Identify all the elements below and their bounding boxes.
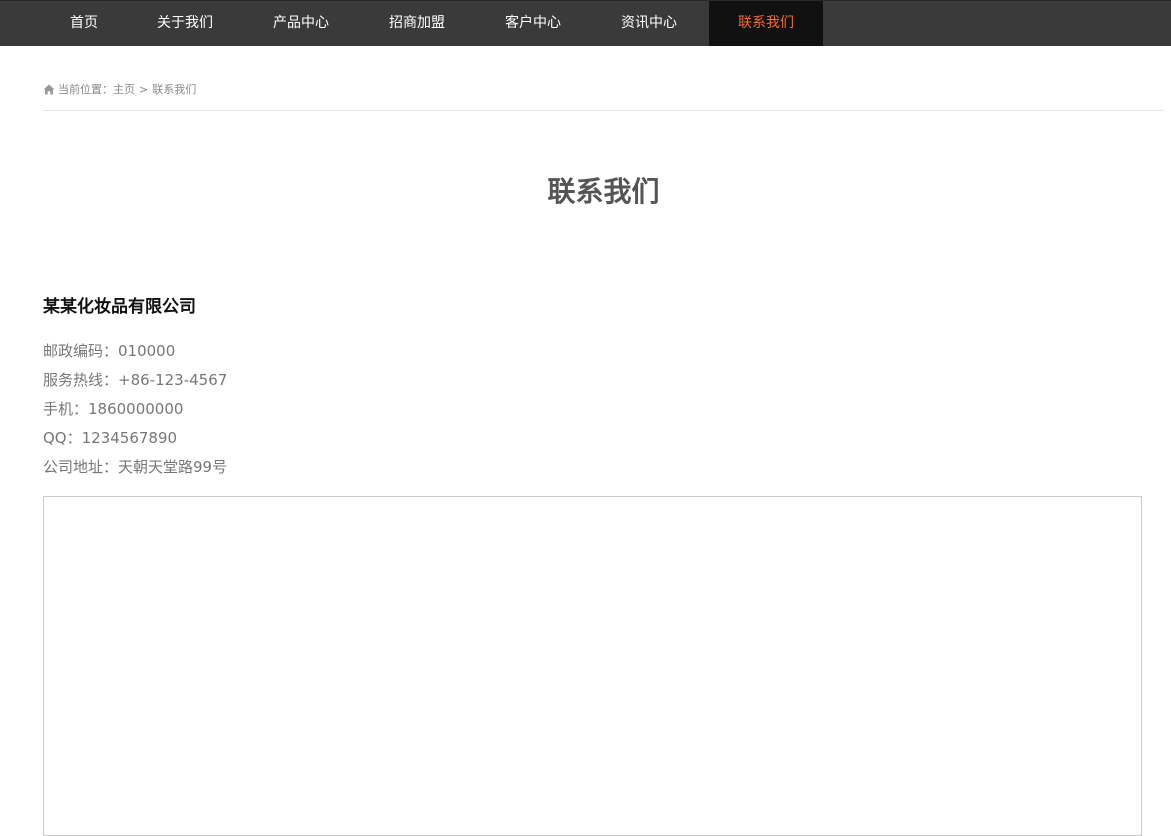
service-hotline: 服务热线：+86-123-4567 [43,371,228,389]
top-navigation: 首页 关于我们 产品中心 招商加盟 客户中心 资讯中心 联系我们 [0,0,1171,46]
breadcrumb-home-link[interactable]: 主页 [113,81,135,97]
nav-item-franchise[interactable]: 招商加盟 [360,1,474,46]
nav-item-home[interactable]: 首页 [27,1,141,46]
nav-item-about[interactable]: 关于我们 [128,1,242,46]
nav-item-contact[interactable]: 联系我们 [709,1,823,46]
breadcrumb-separator: > [139,82,149,96]
company-address: 公司地址：天朝天堂路99号 [43,458,228,476]
breadcrumb-current[interactable]: 联系我们 [152,81,196,97]
qq-number: QQ：1234567890 [43,429,178,447]
postal-code: 邮政编码：010000 [43,342,176,360]
map-container[interactable] [43,496,1142,836]
nav-item-products[interactable]: 产品中心 [244,1,358,46]
nav-item-news[interactable]: 资讯中心 [592,1,706,46]
company-name: 某某化妆品有限公司 [43,297,196,317]
home-icon [43,84,55,95]
breadcrumb-prefix: 当前位置： [58,83,113,96]
contact-info-list: 邮政编码：010000 服务热线：+86-123-4567 手机：1860000… [43,337,227,482]
breadcrumb: 当前位置： 主页 > 联系我们 [43,80,196,98]
nav-item-customers[interactable]: 客户中心 [476,1,590,46]
page-title: 联系我们 [547,175,660,208]
mobile-phone: 手机：1860000000 [43,400,184,418]
breadcrumb-divider [43,110,1164,111]
